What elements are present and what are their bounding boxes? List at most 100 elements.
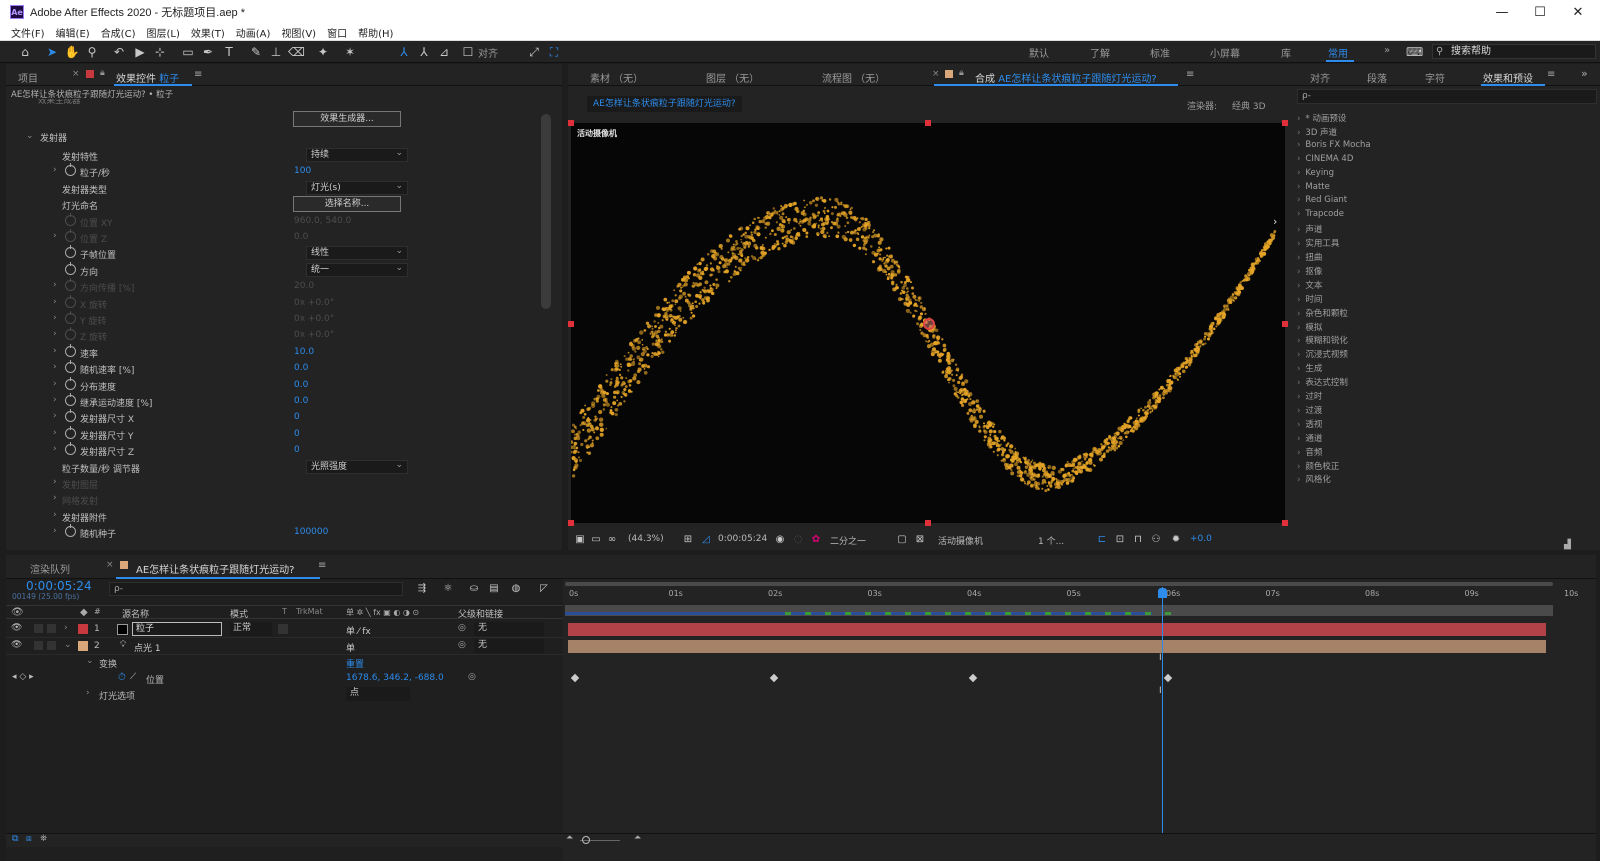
workspace-common[interactable]: 常用	[1328, 45, 1348, 60]
property-value[interactable]: 10.0	[294, 347, 314, 357]
toggle-pixel-aspect-icon[interactable]: ⊏	[1094, 532, 1110, 548]
mask-visibility-icon[interactable]: ◿	[698, 532, 714, 548]
timeline-search-input[interactable]: ρ-	[109, 582, 403, 596]
exposure-reset-icon[interactable]: ✹	[1168, 532, 1184, 548]
pickwhip-icon[interactable]: ◎	[458, 640, 466, 650]
zoom-level[interactable]: (44.3%)	[628, 534, 664, 544]
stopwatch-icon[interactable]	[65, 212, 76, 226]
effect-category-item[interactable]: 表达式控制	[1297, 376, 1348, 390]
choose-name-button[interactable]: 选择名称...	[293, 196, 401, 213]
expand-arrow-icon[interactable]: ›	[53, 411, 57, 421]
effect-category-item[interactable]: Boris FX Mocha	[1297, 140, 1370, 154]
preserve-transparency-toggle[interactable]	[278, 624, 288, 634]
expand-arrow-icon[interactable]: ⌄	[64, 640, 72, 650]
rotate-tool-icon[interactable]: ↶	[111, 44, 127, 60]
effect-category-item[interactable]: 实用工具	[1297, 237, 1339, 251]
effect-category-item[interactable]: 生成	[1297, 362, 1322, 376]
new-preset-icon[interactable]: ▟	[1564, 540, 1571, 550]
expression-pickwhip-icon[interactable]: ◎	[468, 672, 476, 682]
audio-toggle[interactable]	[34, 641, 43, 650]
composition-canvas[interactable]: 活动摄像机 ›	[571, 123, 1285, 523]
tab-align[interactable]: 对齐	[1310, 70, 1330, 85]
frame-handle[interactable]	[925, 520, 931, 526]
property-value[interactable]: 0.0	[294, 232, 308, 242]
panel-menu-icon[interactable]: ≡	[194, 69, 202, 80]
panel-menu-icon[interactable]: ≡	[1547, 69, 1555, 80]
eraser-tool-icon[interactable]: ⌫	[288, 44, 305, 60]
home-icon[interactable]: ⌂	[17, 44, 33, 60]
property-dropdown[interactable]: 持续	[306, 147, 408, 162]
menu-effect[interactable]: 效果(T)	[191, 25, 225, 40]
stopwatch-icon[interactable]	[65, 163, 76, 177]
stopwatch-icon[interactable]	[65, 524, 76, 538]
layer-switches[interactable]: 单	[346, 641, 355, 654]
property-value[interactable]: 0x +0.0°	[294, 298, 334, 308]
light-anchor-icon[interactable]	[923, 318, 935, 330]
zoom-in-icon[interactable]: ⏶	[634, 833, 641, 843]
stopwatch-icon[interactable]	[65, 409, 76, 423]
stopwatch-icon[interactable]	[65, 343, 76, 357]
stopwatch-icon[interactable]	[65, 376, 76, 390]
close-tab-icon[interactable]: ×	[106, 560, 114, 570]
reset-link[interactable]: 重置	[346, 657, 364, 670]
keyboard-icon[interactable]: ⌨	[1406, 44, 1423, 60]
tab-character[interactable]: 字符	[1425, 70, 1445, 85]
workspace-default[interactable]: 默认	[1029, 45, 1049, 60]
transparency-grid-icon[interactable]: ⊠	[912, 532, 928, 548]
property-value[interactable]: 20.0	[294, 281, 314, 291]
playhead-line[interactable]	[1162, 587, 1164, 833]
layer-row[interactable]: 👁︎ ⌄ 2 💡︎ 点光 1 单 ◎ 无	[6, 638, 563, 655]
tab-composition[interactable]: 合成 AE怎样让条状痕粒子跟随灯光运动?	[975, 70, 1157, 85]
align-checkbox[interactable]: ☐	[462, 44, 474, 60]
stopwatch-icon[interactable]	[65, 393, 76, 406]
layer-label-color[interactable]	[78, 624, 88, 634]
expand-arrow-icon[interactable]: ›	[53, 165, 57, 175]
timeline-graph[interactable]: 0s 01s 02s 03s 04s 05s 06s 07s 08s 09s 10s	[563, 579, 1596, 861]
stopwatch-icon[interactable]	[65, 311, 76, 324]
effect-category-item[interactable]: 风格化	[1297, 473, 1331, 487]
visibility-eye-icon[interactable]: 👁︎	[11, 640, 22, 650]
effect-category-item[interactable]: 时间	[1297, 293, 1322, 307]
property-value[interactable]: 100	[294, 166, 311, 176]
vr-goggles-icon[interactable]: ∞	[604, 532, 620, 548]
effect-category-item[interactable]: 模糊和锐化	[1297, 334, 1348, 348]
camera-tool-icon[interactable]: ▶	[132, 44, 148, 60]
resolution-dropdown[interactable]: 二分之一	[830, 534, 866, 547]
expand-arrow-icon[interactable]: ›	[53, 510, 57, 520]
expand-arrow-icon[interactable]: ›	[53, 280, 57, 290]
comp-mini-flowchart-icon[interactable]: ⇶	[414, 581, 430, 597]
workspace-small-screen[interactable]: 小屏幕	[1210, 45, 1240, 60]
frame-blending-icon[interactable]: ▤	[486, 581, 502, 597]
effect-category-item[interactable]: Keying	[1297, 168, 1334, 182]
snap-icon[interactable]: ⤢	[526, 44, 542, 60]
effect-category-item[interactable]: CINEMA 4D	[1297, 154, 1353, 168]
expand-arrow-icon[interactable]: ›	[53, 313, 57, 323]
menu-composition[interactable]: 合成(C)	[101, 25, 136, 40]
workspace-more-button[interactable]: »	[1384, 45, 1390, 56]
renderer-value[interactable]: 经典 3D	[1232, 99, 1266, 112]
blend-mode-dropdown[interactable]: 正常	[230, 622, 272, 636]
tab-paragraph[interactable]: 段落	[1367, 70, 1387, 85]
expand-arrow-icon[interactable]: ›	[53, 346, 57, 356]
workspace-standard[interactable]: 标准	[1150, 45, 1170, 60]
layer-label-color[interactable]	[78, 641, 88, 651]
menu-layer[interactable]: 图层(L)	[146, 25, 179, 40]
snapshot-icon[interactable]: ◉	[772, 532, 788, 548]
panel-menu-icon[interactable]: ≡	[1186, 69, 1194, 80]
effect-category-item[interactable]: 文本	[1297, 279, 1322, 293]
effect-category-item[interactable]: 通道	[1297, 432, 1322, 446]
parent-dropdown[interactable]: 无	[474, 639, 544, 653]
frame-handle[interactable]	[1282, 321, 1288, 327]
property-value[interactable]: 0x +0.0°	[294, 314, 334, 324]
lock-icon[interactable]: 🔒︎	[959, 68, 964, 78]
layer-duration-bar[interactable]	[568, 623, 1546, 636]
graph-editor-icon[interactable]: ◸	[536, 581, 552, 597]
keyframe-nav-icon[interactable]: ◂ ◇ ▸	[12, 672, 34, 682]
tab-flowchart[interactable]: 流程图 （无）	[822, 70, 885, 85]
effect-category-item[interactable]: 模拟	[1297, 321, 1322, 335]
effect-category-item[interactable]: 抠像	[1297, 265, 1322, 279]
property-value[interactable]: 0.0	[294, 396, 308, 406]
property-value[interactable]: 0	[294, 429, 300, 439]
property-value[interactable]: 0	[294, 412, 300, 422]
expand-arrow-icon[interactable]: ›	[53, 329, 57, 339]
